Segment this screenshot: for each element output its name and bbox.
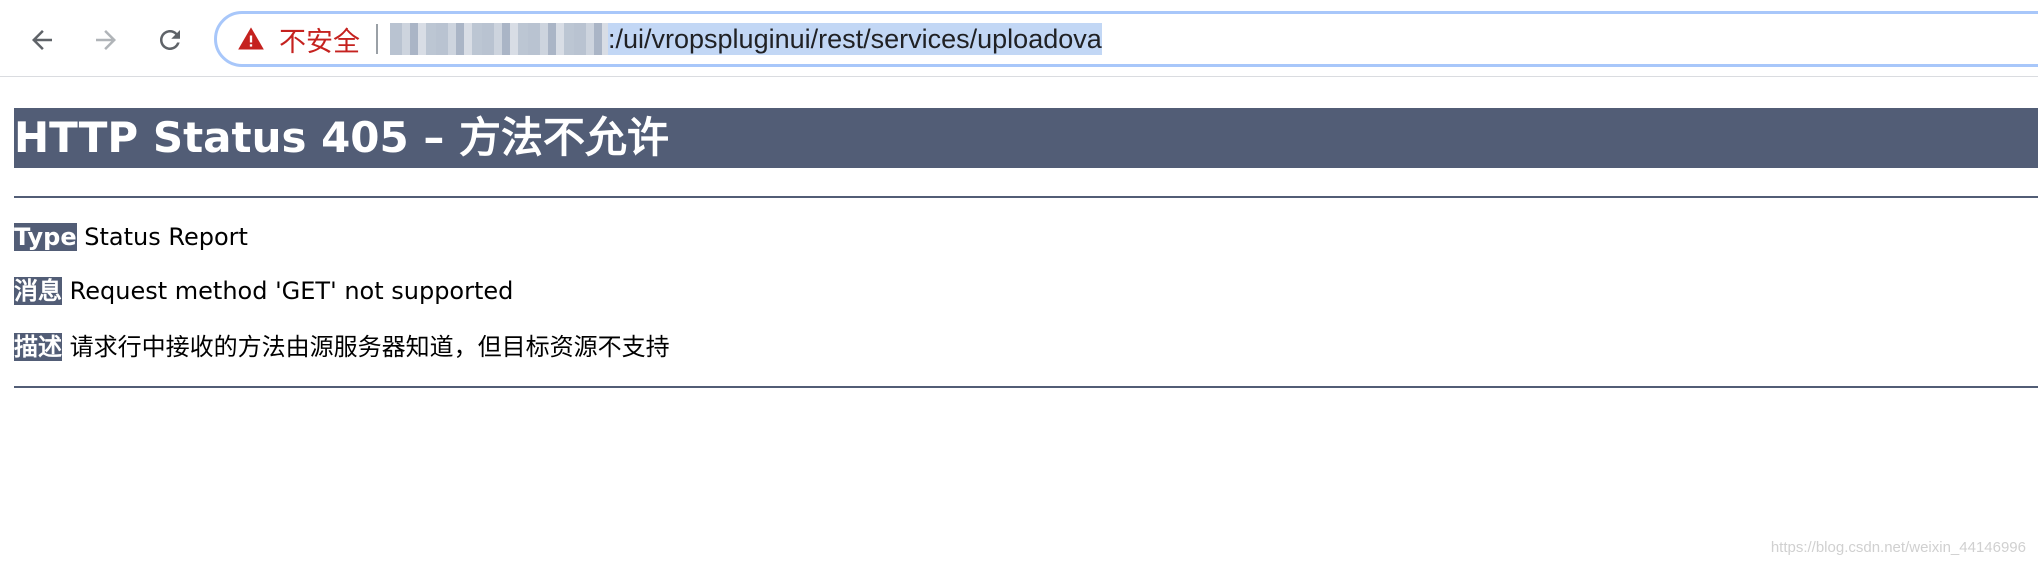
back-button[interactable]	[20, 18, 64, 62]
description-row: 描述 请求行中接收的方法由源服务器知道，但目标资源不支持	[14, 332, 2038, 362]
message-row: 消息 Request method 'GET' not supported	[14, 276, 2038, 306]
description-label: 描述	[14, 333, 62, 361]
divider-top	[14, 196, 2038, 198]
address-separator	[376, 24, 378, 54]
description-value: 请求行中接收的方法由源服务器知道，但目标资源不支持	[69, 333, 670, 361]
url-path[interactable]: :/ui/vropspluginui/rest/services/uploado…	[608, 23, 1102, 55]
arrow-right-icon	[96, 30, 116, 50]
browser-window: 不安全 ▒▒▒▒▒▒▒▒▒▒▒▒▒ :/ui/vropspluginui/res…	[0, 0, 2038, 566]
divider-bottom	[14, 386, 2038, 388]
url-host-redacted: ▒▒▒▒▒▒▒▒▒▒▒▒▒	[390, 23, 608, 55]
type-value: Status Report	[84, 223, 248, 251]
forward-button[interactable]	[84, 18, 128, 62]
address-bar-content: 不安全 ▒▒▒▒▒▒▒▒▒▒▒▒▒ :/ui/vropspluginui/res…	[237, 14, 1102, 64]
error-page: HTTP Status 405 – 方法不允许 Type Status Repo…	[14, 76, 2038, 388]
arrow-left-icon	[32, 30, 52, 50]
reload-icon	[160, 30, 180, 50]
message-value: Request method 'GET' not supported	[69, 277, 514, 305]
reload-button[interactable]	[148, 18, 192, 62]
message-label: 消息	[14, 277, 62, 305]
type-label: Type	[14, 223, 77, 251]
address-bar[interactable]: 不安全 ▒▒▒▒▒▒▒▒▒▒▒▒▒ :/ui/vropspluginui/res…	[214, 11, 2038, 67]
not-secure-label[interactable]: 不安全	[279, 20, 360, 59]
watermark: https://blog.csdn.net/weixin_44146996	[1770, 539, 2026, 556]
browser-toolbar: 不安全 ▒▒▒▒▒▒▒▒▒▒▒▒▒ :/ui/vropspluginui/res…	[0, 0, 2038, 77]
type-row: Type Status Report	[14, 222, 2038, 252]
warning-triangle-icon[interactable]	[237, 25, 265, 53]
page-title: HTTP Status 405 – 方法不允许	[14, 108, 2038, 168]
